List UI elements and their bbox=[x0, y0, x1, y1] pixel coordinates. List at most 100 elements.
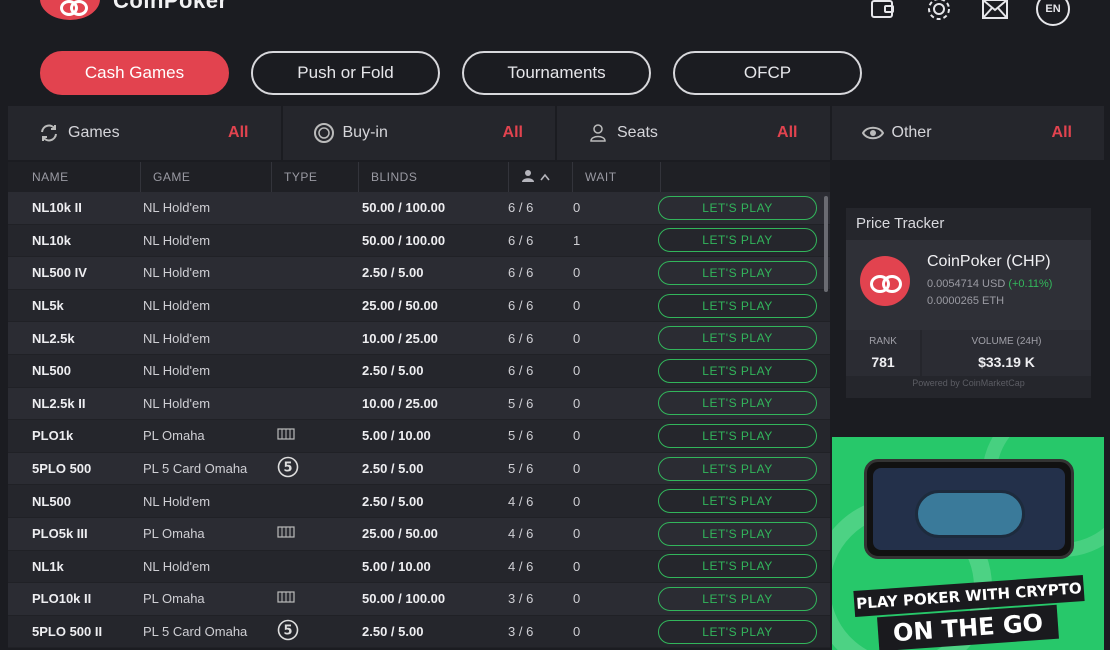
table-cell-wait: 0 bbox=[573, 558, 581, 574]
table-row[interactable]: NL2.5k II NL Hold'em 10.00 / 25.00 5 / 6 0 LE… bbox=[8, 387, 830, 421]
table-cell-name: NL500 bbox=[32, 493, 72, 509]
column-name[interactable]: NAME bbox=[8, 162, 141, 192]
table-row[interactable]: NL1k NL Hold'em 5.00 / 10.00 4 / 6 0 LET'S PL… bbox=[8, 550, 830, 584]
table-cell-wait: 0 bbox=[573, 493, 581, 509]
lets-play-button[interactable]: LET'S PLAY bbox=[658, 358, 817, 383]
lets-play-button[interactable]: LET'S PLAY bbox=[658, 228, 817, 253]
column-seats[interactable] bbox=[509, 162, 573, 192]
table-cell-blinds: 5.00 / 10.00 bbox=[362, 428, 431, 444]
column-type[interactable]: TYPE bbox=[272, 162, 359, 192]
cash-games-table: NL10k II NL Hold'em 50.00 / 100.00 6 / 6 0 LE… bbox=[8, 192, 830, 650]
table-cell-game: NL Hold'em bbox=[143, 200, 211, 216]
table-row[interactable]: NL500 IV NL Hold'em 2.50 / 5.00 6 / 6 0 LET'S… bbox=[8, 257, 830, 290]
table-row[interactable]: NL10k II NL Hold'em 50.00 / 100.00 6 / 6 0 LE… bbox=[8, 192, 830, 225]
table-cell-game: PL Omaha bbox=[143, 428, 205, 444]
table-cell-wait: 0 bbox=[573, 298, 581, 314]
tab-cash-games[interactable]: Cash Games bbox=[40, 51, 229, 95]
filter-buy-in-label: Buy-in bbox=[342, 124, 388, 141]
top-bar: CoinPoker EN bbox=[0, 0, 1110, 40]
table-cell-blinds: 2.50 / 5.00 bbox=[362, 363, 424, 379]
table-scrollbar[interactable] bbox=[824, 196, 828, 292]
table-cell-blinds: 50.00 / 100.00 bbox=[362, 591, 446, 607]
table-cell-name: NL1k bbox=[32, 558, 64, 574]
table-cell-blinds: 2.50 / 5.00 bbox=[362, 265, 424, 281]
four-cards-icon bbox=[277, 526, 295, 541]
powered-by[interactable]: Powered by CoinMarketCap bbox=[846, 378, 1091, 388]
lets-play-button[interactable]: LET'S PLAY bbox=[658, 260, 817, 285]
tab-push-or-fold[interactable]: Push or Fold bbox=[251, 51, 440, 95]
lets-play-button[interactable]: LET'S PLAY bbox=[658, 554, 817, 579]
coin-summary: CoinPoker (CHP) 0.0054714 USD (+0.11%) 0… bbox=[846, 240, 1091, 330]
table-cell-name: NL10k bbox=[32, 232, 72, 248]
table-row[interactable]: NL500 NL Hold'em 2.50 / 5.00 4 / 6 0 LET'S PL… bbox=[8, 485, 830, 518]
table-cell-name: NL5k bbox=[32, 298, 64, 314]
price-tracker: Price Tracker CoinPoker (CHP) 0.0054714 … bbox=[846, 208, 1091, 398]
mail-icon[interactable] bbox=[980, 0, 1010, 24]
table-cell-action: LET'S PLAY bbox=[658, 391, 818, 416]
table-cell-seats: 5 / 6 bbox=[508, 461, 534, 477]
table-row[interactable]: NL10k NL Hold'em 50.00 / 100.00 6 / 6 1 LET'S… bbox=[8, 224, 830, 258]
table-cell-blinds: 25.00 / 50.00 bbox=[362, 526, 438, 542]
lets-play-button[interactable]: LET'S PLAY bbox=[658, 293, 817, 318]
lets-play-button[interactable]: LET'S PLAY bbox=[658, 456, 817, 481]
table-cell-name: PLO10k II bbox=[32, 591, 92, 607]
table-cell-action: LET'S PLAY bbox=[658, 456, 818, 481]
table-cell-blinds: 10.00 / 25.00 bbox=[362, 330, 438, 346]
table-cell-blinds: 2.50 / 5.00 bbox=[362, 624, 424, 640]
column-game[interactable]: GAME bbox=[141, 162, 272, 192]
table-row[interactable]: PLO10k II PL Omaha 50.00 / 100.00 3 / 6 0 LET… bbox=[8, 583, 830, 616]
lets-play-button[interactable]: LET'S PLAY bbox=[658, 195, 817, 220]
table-row[interactable]: PLO5k III PL Omaha 25.00 / 50.00 4 / 6 0 LET'… bbox=[8, 517, 830, 551]
table-cell-seats: 6 / 6 bbox=[508, 200, 534, 216]
lets-play-button[interactable]: LET'S PLAY bbox=[658, 619, 817, 644]
language-selector[interactable]: EN bbox=[1036, 0, 1070, 26]
table-cell-type: 5 bbox=[267, 456, 357, 481]
lets-play-button[interactable]: LET'S PLAY bbox=[658, 586, 817, 611]
table-cell-type bbox=[267, 526, 357, 541]
coin-price-change: (+0.11%) bbox=[1008, 278, 1053, 290]
user-icon bbox=[587, 122, 609, 144]
coin-usd-price: 0.0054714 USD (+0.11%) bbox=[927, 278, 1052, 290]
wallet-icon[interactable] bbox=[868, 0, 898, 24]
table-row[interactable]: 5PLO 500 II PL 5 Card Omaha 5 2.50 / 5.00 3 … bbox=[8, 615, 830, 649]
table-row[interactable]: NL5k NL Hold'em 25.00 / 50.00 6 / 6 0 LET'S P… bbox=[8, 289, 830, 323]
table-cell-game: PL Omaha bbox=[143, 591, 205, 607]
column-wait[interactable]: WAIT bbox=[573, 162, 661, 192]
coinpoker-logo[interactable] bbox=[40, 0, 100, 20]
table-cell-game: NL Hold'em bbox=[143, 298, 211, 314]
filter-seats[interactable]: Seats All bbox=[557, 106, 832, 160]
table-cell-wait: 0 bbox=[573, 363, 581, 379]
table-cell-seats: 4 / 6 bbox=[508, 526, 534, 542]
promo-banner[interactable]: PLAY POKER WITH CRYPTO ON THE GO bbox=[832, 437, 1104, 650]
coin-name: CoinPoker (CHP) bbox=[927, 253, 1051, 270]
lets-play-button[interactable]: LET'S PLAY bbox=[658, 489, 817, 514]
column-blinds[interactable]: BLINDS bbox=[359, 162, 509, 192]
filter-buy-in[interactable]: Buy-in All bbox=[283, 106, 557, 160]
table-cell-game: NL Hold'em bbox=[143, 363, 211, 379]
table-cell-game: NL Hold'em bbox=[143, 558, 211, 574]
lets-play-button[interactable]: LET'S PLAY bbox=[658, 391, 817, 416]
filter-games[interactable]: Games All bbox=[8, 106, 283, 160]
four-cards-icon bbox=[277, 428, 295, 443]
eye-icon bbox=[861, 122, 884, 144]
tab-tournaments[interactable]: Tournaments bbox=[462, 51, 651, 95]
filter-other[interactable]: Other All bbox=[832, 106, 1105, 160]
table-row[interactable]: NL2.5k NL Hold'em 10.00 / 25.00 6 / 6 0 LET'S… bbox=[8, 322, 830, 355]
table-cell-action: LET'S PLAY bbox=[658, 619, 818, 644]
filter-bar: Games All Buy-in All Seats All Other All bbox=[8, 106, 1104, 160]
table-cell-wait: 0 bbox=[573, 461, 581, 477]
lets-play-button[interactable]: LET'S PLAY bbox=[658, 521, 817, 546]
table-cell-seats: 6 / 6 bbox=[508, 330, 534, 346]
tab-ofcp[interactable]: OFCP bbox=[673, 51, 862, 95]
column-action bbox=[661, 162, 830, 192]
lets-play-button[interactable]: LET'S PLAY bbox=[658, 423, 817, 448]
gear-icon[interactable] bbox=[924, 0, 954, 24]
table-row[interactable]: NL500 NL Hold'em 2.50 / 5.00 6 / 6 0 LET'S PL… bbox=[8, 354, 830, 388]
table-cell-game: PL Omaha bbox=[143, 526, 205, 542]
table-cell-blinds: 50.00 / 100.00 bbox=[362, 200, 446, 216]
table-cell-wait: 1 bbox=[573, 232, 581, 248]
table-row[interactable]: PLO1k PL Omaha 5.00 / 10.00 5 / 6 0 LET'S PLA… bbox=[8, 420, 830, 453]
table-row[interactable]: 5PLO 500 PL 5 Card Omaha 5 2.50 / 5.00 5 / 6… bbox=[8, 452, 830, 486]
lets-play-button[interactable]: LET'S PLAY bbox=[658, 326, 817, 351]
table-cell-action: LET'S PLAY bbox=[658, 195, 818, 220]
